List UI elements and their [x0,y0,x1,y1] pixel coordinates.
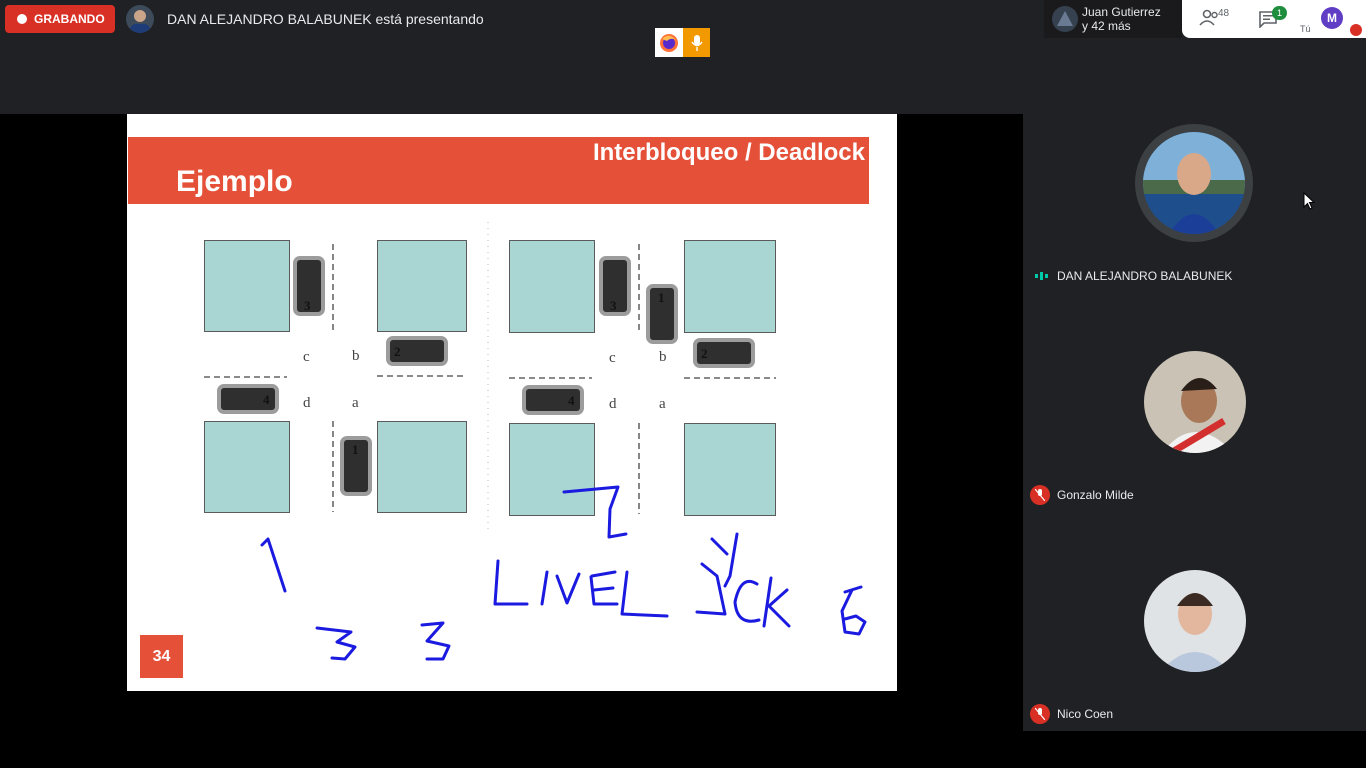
shared-tab-indicator [655,28,710,57]
road-label-d: d [609,396,617,412]
car-2: 2 [386,336,448,366]
person-photo [1144,351,1246,453]
presenter-avatar [126,5,154,33]
participant-avatar [1144,351,1246,453]
participant-name: DAN ALEJANDRO BALABUNEK [1057,269,1233,283]
road-label-a: a [659,396,666,412]
participant-name: Gonzalo Milde [1057,488,1134,502]
person-photo [1144,570,1246,672]
record-dot-icon [17,14,27,24]
participant-avatar [1144,570,1246,672]
participant-name: Nico Coen [1057,707,1114,721]
car-4: 4 [522,385,584,415]
mouse-cursor-icon [1303,192,1315,210]
car-1: 1 [340,436,372,496]
presentation-slide: Interbloqueo / Deadlock Ejemplo c b d a … [127,114,897,691]
road-label-b: b [659,349,667,365]
participants-panel: DAN ALEJANDRO BALABUNEK Gonzalo Milde Ni… [1023,74,1366,731]
recording-label: GRABANDO [34,12,105,26]
person-photo [1143,132,1245,234]
recording-indicator[interactable]: GRABANDO [5,5,115,33]
slide-number: 34 [140,635,183,678]
person-icon [130,10,150,33]
other-participant-name: Juan Gutierrez [1082,5,1161,19]
self-avatar[interactable]: M [1321,7,1343,29]
mic-icon [683,28,710,57]
firefox-icon [655,28,683,57]
mic-off-icon [1030,704,1050,724]
mic-off-icon [1030,485,1050,505]
road-label-d: d [303,395,311,411]
meeting-toolbar: 48 1 M Tú [1182,0,1366,38]
road-label-a: a [352,395,359,411]
road-label-b: b [352,348,360,364]
mic-off-icon [1350,24,1362,36]
people-count: 48 [1218,8,1230,19]
car-4: 4 [217,384,279,414]
presenting-text: DAN ALEJANDRO BALABUNEK está presentando [167,11,484,27]
self-label: Tú [1300,24,1311,34]
car-1: 1 [646,284,678,344]
other-participant-more: y 42 más [1082,19,1131,33]
road-label-c: c [303,349,310,365]
chat-badge: 1 [1272,6,1287,20]
participant-avatar [1052,6,1078,32]
car-2: 2 [693,338,755,368]
other-participants[interactable]: Juan Gutierrez y 42 más [1044,0,1182,38]
speaking-icon [1035,272,1048,280]
road-label-c: c [609,350,616,366]
car-3: 3 [293,256,325,316]
participant-avatar [1135,124,1253,242]
car-3: 3 [599,256,631,316]
